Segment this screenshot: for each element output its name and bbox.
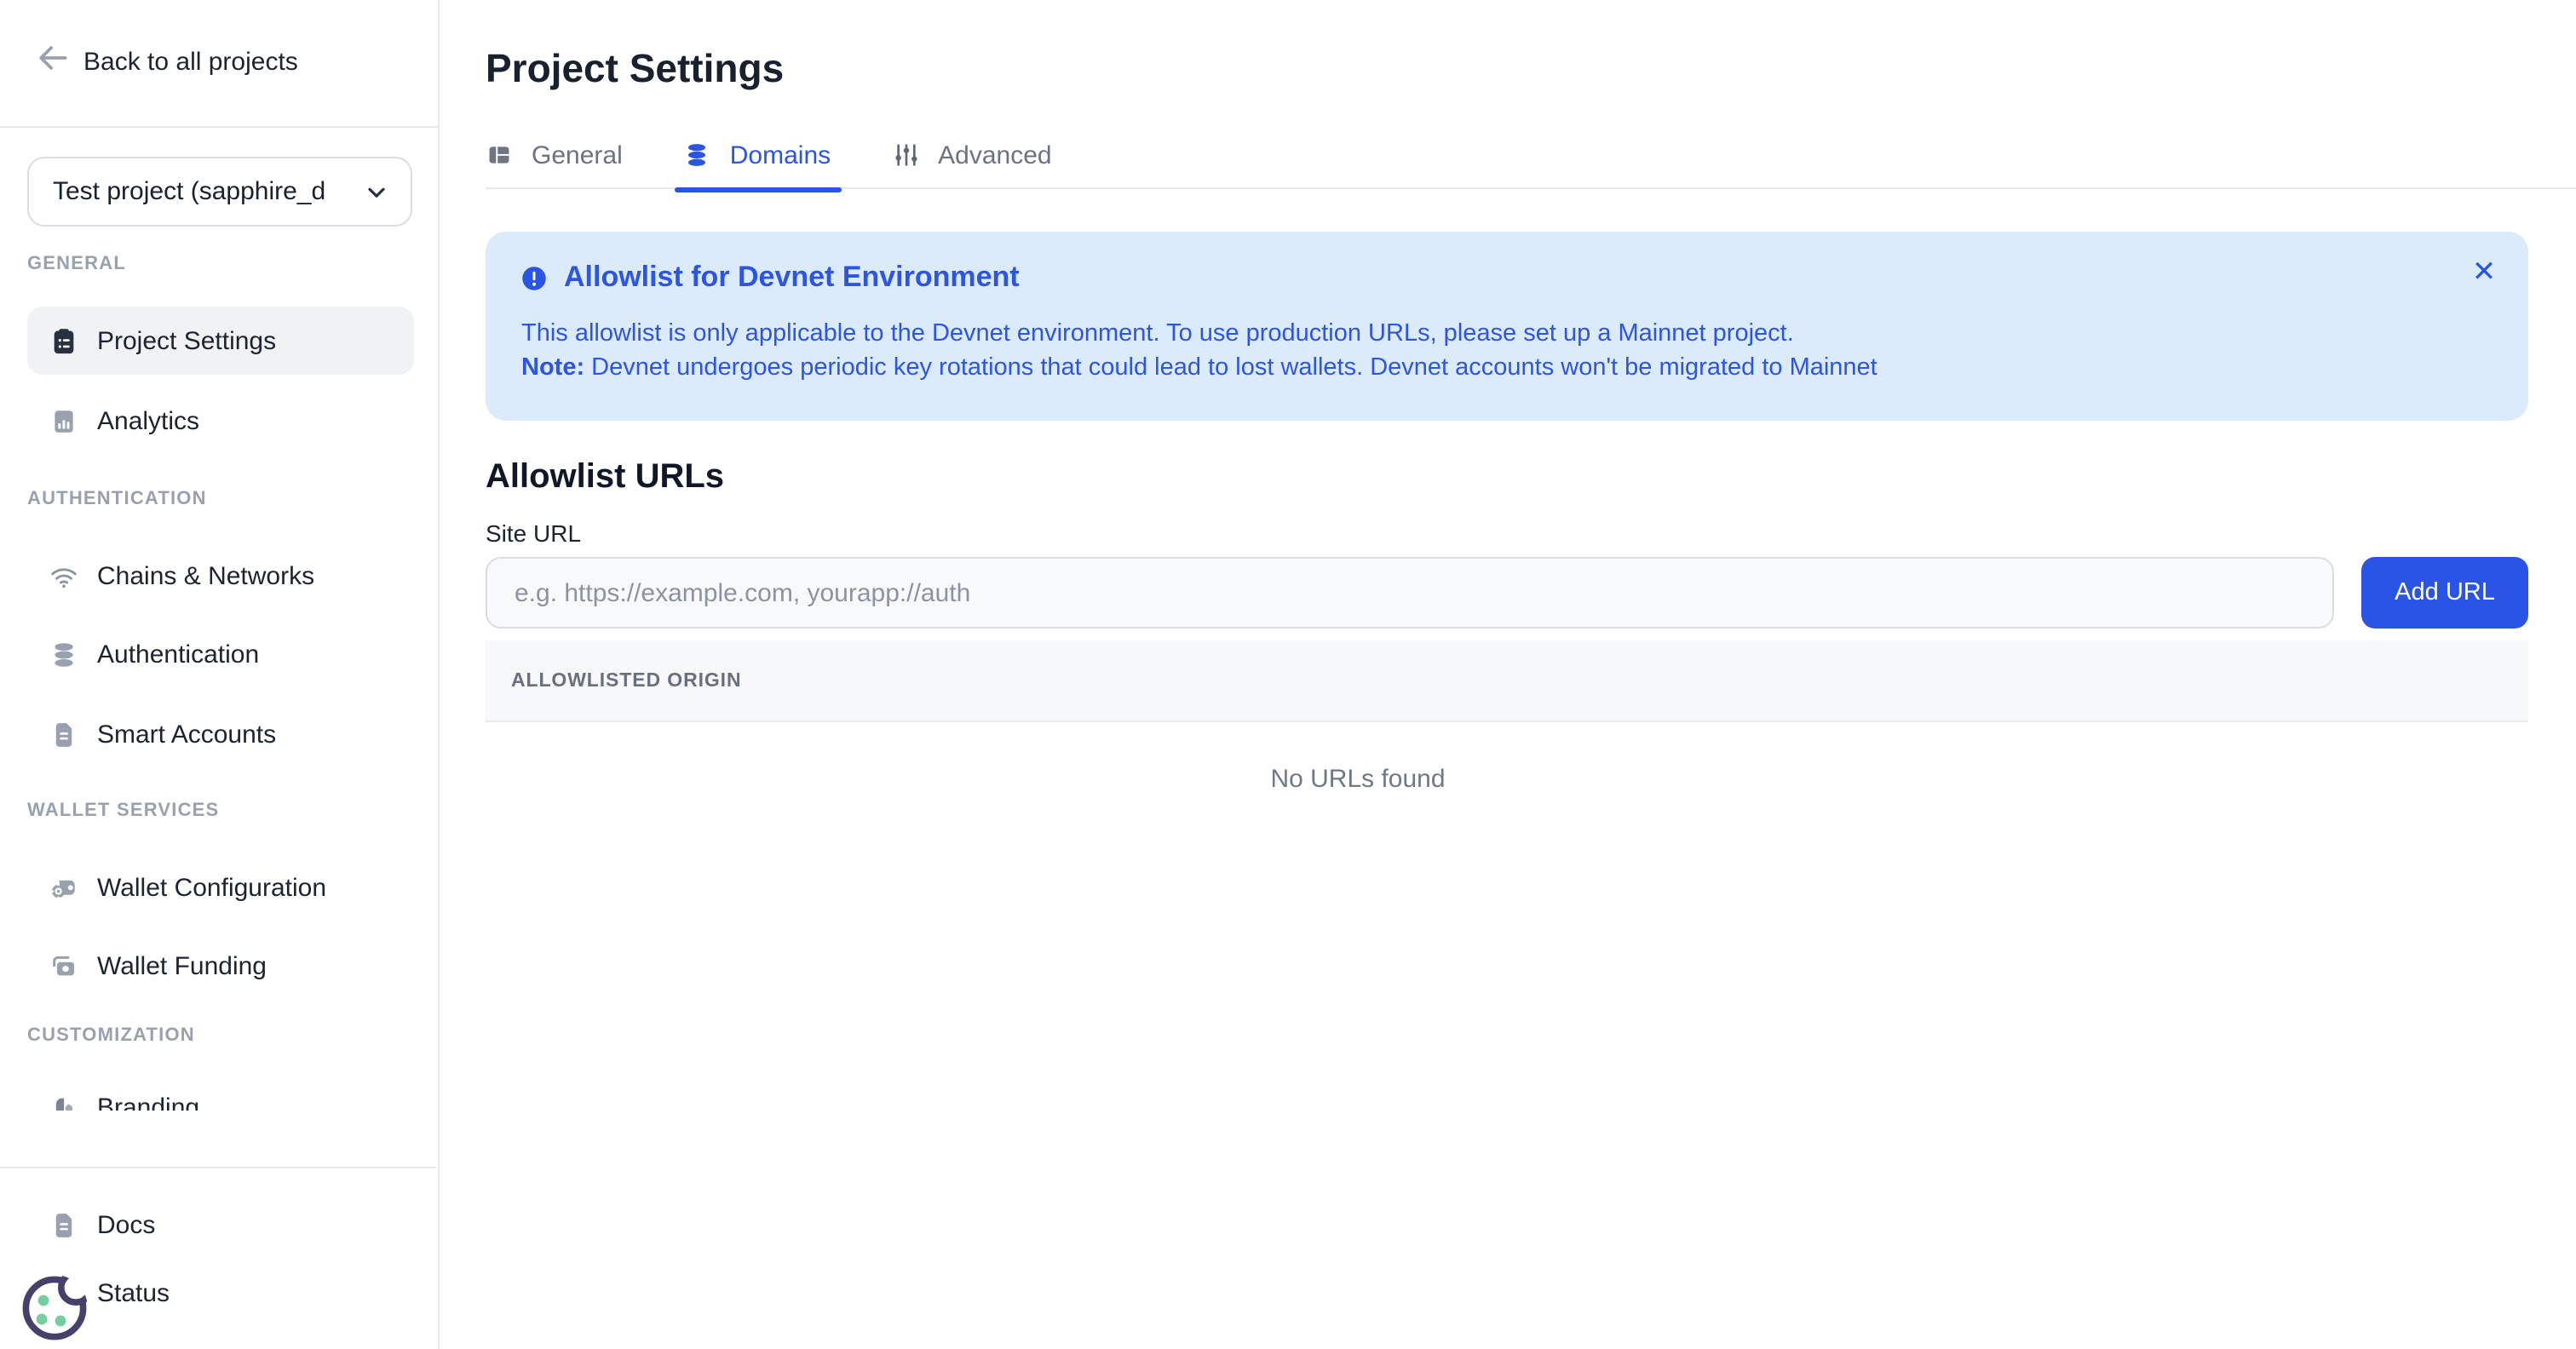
sidebar-item-label: Wallet Funding xyxy=(97,951,267,980)
banner-note-label: Note: xyxy=(521,354,584,382)
file-text-icon xyxy=(49,720,78,749)
sidebar-item-label: Docs xyxy=(97,1210,155,1239)
sidebar-nav: GENERAL Project Settings xyxy=(0,238,436,1111)
database-icon xyxy=(49,640,78,669)
site-url-label: Site URL xyxy=(486,520,2528,547)
project-selector-value: Test project (sapphire_d xyxy=(53,177,325,206)
close-icon[interactable]: ✕ xyxy=(2467,255,2501,290)
sidebar-item-label: Status xyxy=(97,1278,170,1307)
sidebar-item-label: Branding xyxy=(97,1093,199,1111)
sliders-icon xyxy=(892,141,919,169)
wallet-cards-icon xyxy=(49,951,78,980)
site-url-row: Add URL xyxy=(486,557,2528,629)
tab-bar: General Domains xyxy=(486,131,2576,189)
wifi-icon xyxy=(49,561,78,590)
sidebar-item-analytics[interactable]: Analytics xyxy=(27,387,414,455)
branding-icon xyxy=(49,1093,78,1111)
sidebar: Back to all projects Test project (sapph… xyxy=(0,0,440,1349)
database-icon xyxy=(684,141,711,169)
wallet-gear-icon xyxy=(49,873,78,902)
tab-label: Advanced xyxy=(938,141,1051,169)
allowlist-table-header: ALLOWLISTED ORIGIN xyxy=(486,640,2528,722)
tab-label: Domains xyxy=(730,141,831,169)
tab-advanced[interactable]: Advanced xyxy=(892,131,1051,179)
devnet-allowlist-banner: Allowlist for Devnet Environment This al… xyxy=(486,232,2528,421)
sidebar-item-wallet-funding[interactable]: Wallet Funding xyxy=(27,932,414,1000)
banner-line-1: This allowlist is only applicable to the… xyxy=(521,317,2494,351)
allowlist-table: ALLOWLISTED ORIGIN No URLs found xyxy=(486,640,2528,794)
file-text-icon xyxy=(49,1210,78,1239)
sidebar-item-label: Authentication xyxy=(97,640,259,669)
sidebar-item-authentication[interactable]: Authentication xyxy=(27,620,414,688)
tab-label: General xyxy=(532,141,623,169)
allowlisted-origin-column-header: ALLOWLISTED ORIGIN xyxy=(511,670,741,691)
banner-line-2: Note: Devnet undergoes periodic key rota… xyxy=(521,351,2494,385)
arrow-left-icon xyxy=(34,39,72,83)
site-url-input[interactable] xyxy=(486,557,2334,629)
sidebar-item-docs[interactable]: Docs xyxy=(27,1191,414,1259)
banner-title: Allowlist for Devnet Environment xyxy=(564,261,1020,295)
table-icon xyxy=(486,141,513,169)
app-root: Back to all projects Test project (sapph… xyxy=(0,0,2576,1349)
sidebar-item-wallet-configuration[interactable]: Wallet Configuration xyxy=(27,853,414,921)
sidebar-item-chains-networks[interactable]: Chains & Networks xyxy=(27,542,414,610)
alert-circle-icon xyxy=(521,265,547,290)
banner-note-text: Devnet undergoes periodic key rotations … xyxy=(584,354,1877,382)
sidebar-item-branding[interactable]: Branding xyxy=(27,1073,414,1111)
main-content: Project Settings General xyxy=(440,0,2576,1349)
clipboard-list-icon xyxy=(49,326,78,355)
tab-domains[interactable]: Domains xyxy=(684,131,831,179)
cookie-consent-icon[interactable] xyxy=(17,1267,95,1346)
section-label-customization: CUSTOMIZATION xyxy=(27,1024,195,1048)
sidebar-item-label: Chains & Networks xyxy=(97,561,314,590)
section-label-wallet-services: WALLET SERVICES xyxy=(27,799,219,823)
sidebar-item-label: Analytics xyxy=(97,406,199,435)
project-selector[interactable]: Test project (sapphire_d xyxy=(27,157,412,227)
empty-state-text: No URLs found xyxy=(486,722,2230,794)
section-label-authentication: AUTHENTICATION xyxy=(27,487,207,511)
sidebar-item-label: Project Settings xyxy=(97,326,276,355)
chart-column-icon xyxy=(49,406,78,435)
page-title: Project Settings xyxy=(486,44,2528,92)
sidebar-item-project-settings[interactable]: Project Settings xyxy=(27,307,414,375)
add-url-button[interactable]: Add URL xyxy=(2361,557,2528,629)
sidebar-item-smart-accounts[interactable]: Smart Accounts xyxy=(27,700,414,768)
sidebar-item-label: Wallet Configuration xyxy=(97,873,326,902)
tab-general[interactable]: General xyxy=(486,131,623,179)
back-to-projects-link[interactable]: Back to all projects xyxy=(34,41,298,82)
sidebar-divider xyxy=(0,126,438,128)
back-to-projects-label: Back to all projects xyxy=(83,47,298,76)
chevron-down-icon xyxy=(363,178,390,205)
allowlist-heading: Allowlist URLs xyxy=(486,456,2528,497)
sidebar-item-label: Smart Accounts xyxy=(97,720,276,749)
section-label-general: GENERAL xyxy=(27,252,126,276)
